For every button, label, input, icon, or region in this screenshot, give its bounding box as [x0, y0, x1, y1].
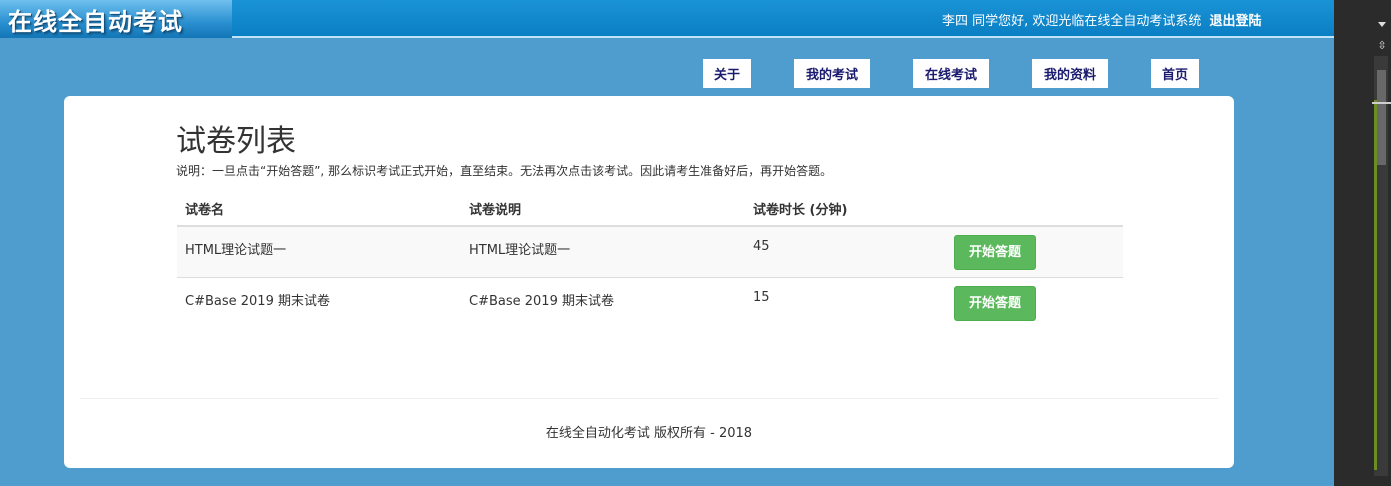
logout-link[interactable]: 退出登陆 [1210, 14, 1262, 29]
exam-description: HTML理论试题一 [461, 225, 745, 277]
nav-my-profile[interactable]: 我的资料 [1032, 59, 1108, 88]
start-exam-button[interactable]: 开始答题 [954, 285, 1036, 321]
welcome-message: 李四 同学您好, 欢迎光临在线全自动考试系统 退出登陆 [942, 10, 1262, 29]
exam-name: C#Base 2019 期末试卷 [177, 276, 461, 328]
exam-name: HTML理论试题一 [177, 225, 461, 277]
table-header-row: 试卷名 试卷说明 试卷时长 (分钟) [177, 192, 1123, 227]
welcome-text: 李四 同学您好, 欢迎光临在线全自动考试系统 [942, 14, 1202, 29]
top-header-bar: 在线全自动考试 李四 同学您好, 欢迎光临在线全自动考试系统 退出登陆 [0, 0, 1334, 38]
exam-action-cell: 开始答题 [946, 276, 1123, 328]
exam-description: C#Base 2019 期末试卷 [461, 276, 745, 328]
content-card: 试卷列表 说明：一旦点击“开始答题”, 那么标识考试正式开始，直至结束。无法再次… [64, 96, 1234, 468]
nav-home[interactable]: 首页 [1151, 59, 1199, 88]
column-header-name: 试卷名 [177, 192, 461, 227]
site-logo: 在线全自动考试 [8, 8, 183, 36]
exam-duration: 45 [745, 225, 946, 277]
exam-table: 试卷名 试卷说明 试卷时长 (分钟) HTML理论试题一 HTML理论试题一 4… [177, 192, 1123, 328]
scroll-position-marker [1372, 102, 1391, 104]
footer-divider [80, 398, 1218, 399]
nav-my-exams[interactable]: 我的考试 [794, 59, 870, 88]
split-icon[interactable]: ⇳ [1376, 40, 1388, 52]
start-exam-button[interactable]: 开始答题 [954, 235, 1036, 270]
exam-action-cell: 开始答题 [946, 225, 1123, 277]
table-row: HTML理论试题一 HTML理论试题一 45 开始答题 [177, 225, 1123, 277]
page-title: 试卷列表 [176, 124, 296, 159]
scrollbar-thumb[interactable] [1377, 70, 1386, 165]
copyright-footer: 在线全自动化考试 版权所有 - 2018 [545, 426, 753, 441]
instruction-note: 说明：一旦点击“开始答题”, 那么标识考试正式开始，直至结束。无法再次点击该考试… [176, 164, 833, 178]
nav-about[interactable]: 关于 [703, 59, 751, 88]
nav-online-exam[interactable]: 在线考试 [913, 59, 989, 88]
dropdown-arrow-icon[interactable] [1378, 22, 1386, 27]
column-header-duration: 试卷时长 (分钟) [745, 192, 946, 227]
table-row: C#Base 2019 期末试卷 C#Base 2019 期末试卷 15 开始答… [177, 276, 1123, 328]
column-header-action [946, 192, 1123, 227]
logo-banner: 在线全自动考试 [0, 0, 232, 38]
column-header-description: 试卷说明 [461, 192, 745, 227]
exam-duration: 15 [745, 276, 946, 328]
